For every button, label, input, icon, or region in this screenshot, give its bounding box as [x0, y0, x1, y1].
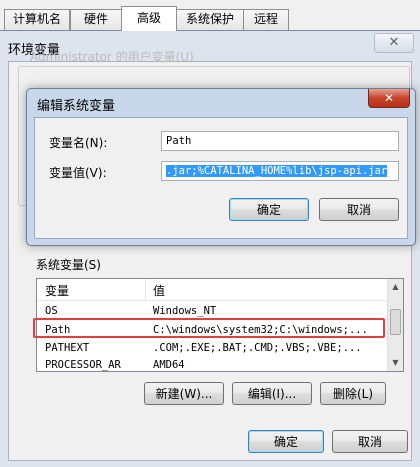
- env-cancel-button[interactable]: 取消: [332, 430, 408, 453]
- tab-computer-name[interactable]: 计算机名: [4, 9, 70, 30]
- tab-remote[interactable]: 远程: [243, 9, 289, 30]
- tab-hardware[interactable]: 硬件: [70, 9, 122, 30]
- system-vars-label: 系统变量(S): [36, 258, 101, 272]
- table-row[interactable]: Path C:\windows\system32;C:\windows;...: [37, 322, 389, 338]
- close-icon[interactable]: ✕: [368, 89, 410, 108]
- variable-name-label: 变量名(N):: [49, 136, 108, 150]
- env-ok-button[interactable]: 确定: [248, 430, 324, 453]
- row-name: PROCESSOR_AR: [45, 359, 121, 371]
- row-value: AMD64: [153, 359, 185, 371]
- row-value: C:\windows\system32;C:\windows;...: [153, 324, 368, 336]
- variable-value-text: .jar;%CATALINA_HOME%lib\jsp-api.jar: [166, 165, 388, 177]
- delete-button[interactable]: 删除(L): [320, 382, 386, 405]
- vertical-scrollbar[interactable]: ▲ ▼: [387, 279, 403, 371]
- dialog-body: 变量名(N): Path 变量值(V): .jar;%CATALINA_HOME…: [34, 117, 408, 239]
- row-value: Windows_NT: [153, 305, 217, 317]
- dialog-cancel-button[interactable]: 取消: [319, 198, 399, 221]
- close-icon[interactable]: ✕: [374, 33, 414, 53]
- dialog-title: 编辑系统变量: [37, 99, 116, 114]
- scroll-thumb[interactable]: [390, 309, 401, 335]
- scroll-down-icon[interactable]: ▼: [388, 355, 403, 371]
- row-value: .COM;.EXE;.BAT;.CMD;.VBS;.VBE;...: [153, 342, 362, 354]
- tab-strip: 计算机名 硬件 高级 系统保护 远程: [0, 0, 420, 31]
- system-vars-list[interactable]: 变量 值 OS Windows_NT Path C:\windows\syste…: [36, 278, 404, 372]
- variable-name-text: Path: [166, 135, 192, 147]
- table-row[interactable]: OS Windows_NT: [37, 303, 389, 319]
- column-header-variable[interactable]: 变量: [45, 282, 69, 299]
- row-name: OS: [45, 305, 58, 317]
- tab-advanced[interactable]: 高级: [121, 6, 177, 31]
- new-button[interactable]: 新建(W)...: [144, 382, 224, 405]
- dialog-ok-button[interactable]: 确定: [229, 198, 309, 221]
- row-name: PATHEXT: [45, 342, 90, 354]
- user-vars-label: Administrator 的用户变量(U): [30, 50, 194, 64]
- table-row[interactable]: PROCESSOR_AR AMD64: [37, 357, 389, 371]
- scroll-up-icon[interactable]: ▲: [388, 279, 403, 295]
- column-header-value[interactable]: 值: [153, 282, 165, 299]
- variable-value-field[interactable]: .jar;%CATALINA_HOME%lib\jsp-api.jar: [161, 161, 399, 181]
- table-row[interactable]: PATHEXT .COM;.EXE;.BAT;.CMD;.VBS;.VBE;..…: [37, 340, 389, 356]
- variable-name-field[interactable]: Path: [161, 131, 399, 151]
- edit-button[interactable]: 编辑(I)...: [232, 382, 312, 405]
- row-name: Path: [45, 324, 71, 336]
- list-header: 变量 值: [37, 279, 389, 301]
- variable-value-label: 变量值(V):: [49, 166, 107, 180]
- tab-system-protection[interactable]: 系统保护: [176, 9, 244, 30]
- edit-system-variable-dialog: 编辑系统变量 ✕ 变量名(N): Path 变量值(V): .jar;%CATA…: [26, 88, 416, 246]
- column-separator[interactable]: [145, 279, 146, 301]
